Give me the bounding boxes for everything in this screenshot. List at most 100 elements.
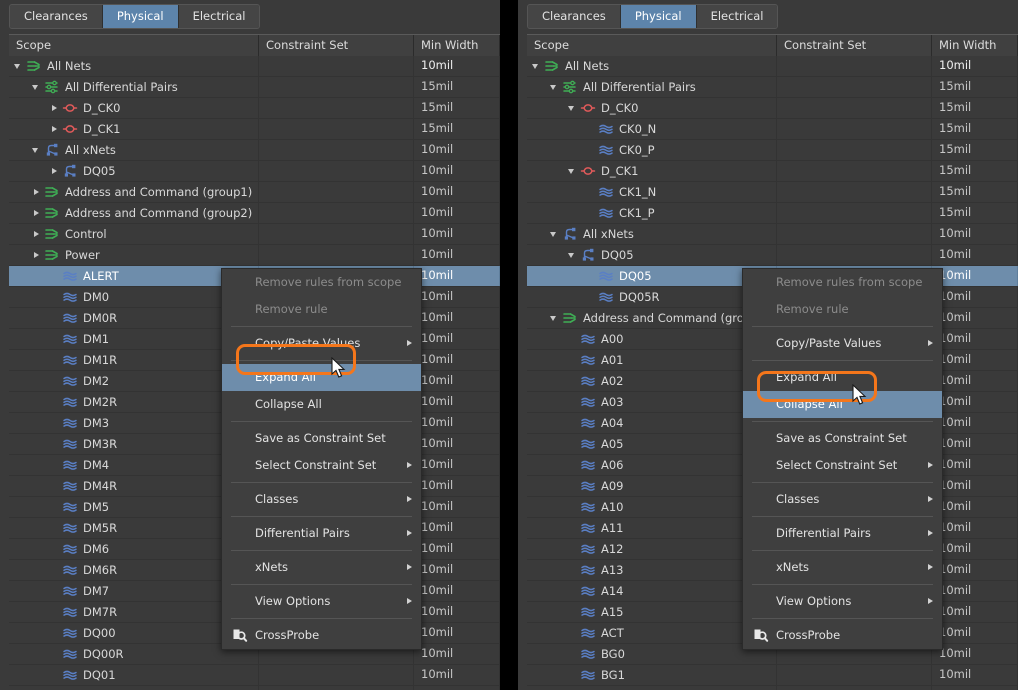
cell-scope[interactable]: BG1 — [527, 665, 777, 685]
cell-min-width[interactable]: 15mil — [414, 119, 500, 139]
table-row[interactable]: DQ01 10mil — [9, 665, 500, 686]
cell-scope[interactable]: A01 — [527, 350, 777, 370]
column-header-min-width[interactable]: Min Width — [932, 35, 1018, 56]
cell-min-width[interactable]: 10mil — [932, 434, 1018, 454]
cell-constraint-set[interactable] — [259, 665, 414, 685]
cell-min-width[interactable]: 15mil — [932, 182, 1018, 202]
table-row[interactable]: All Nets 10mil — [9, 56, 500, 77]
table-row[interactable]: CK0_P 15mil — [527, 140, 1018, 161]
cell-scope[interactable]: Power — [9, 245, 259, 265]
cell-min-width[interactable]: 10mil — [932, 581, 1018, 601]
column-header-scope[interactable]: Scope — [9, 35, 259, 56]
cell-scope[interactable]: Address and Command (group1) — [527, 308, 777, 328]
table-row[interactable]: Control 10mil — [9, 224, 500, 245]
menu-item-xnets[interactable]: xNets — [743, 554, 942, 581]
cell-min-width[interactable]: 10mil — [932, 224, 1018, 244]
cell-min-width[interactable]: 15mil — [932, 119, 1018, 139]
cell-scope[interactable]: A14 — [527, 581, 777, 601]
table-row[interactable]: PARITY 10mil — [527, 686, 1018, 690]
cell-constraint-set[interactable] — [777, 665, 932, 685]
tree-expander-down-icon[interactable] — [567, 245, 579, 265]
cell-min-width[interactable]: 10mil — [414, 392, 500, 412]
table-row[interactable]: All xNets 10mil — [527, 224, 1018, 245]
cell-scope[interactable]: DQ05 — [527, 245, 777, 265]
cell-constraint-set[interactable] — [777, 161, 932, 181]
menu-item-expand-all[interactable]: Expand All — [743, 364, 942, 391]
tree-expander-down-icon[interactable] — [531, 56, 543, 76]
tree-expander-right-icon[interactable] — [31, 182, 43, 202]
cell-min-width[interactable]: 10mil — [932, 308, 1018, 328]
cell-min-width[interactable]: 10mil — [414, 308, 500, 328]
cell-min-width[interactable]: 10mil — [414, 140, 500, 160]
cell-min-width[interactable]: 10mil — [932, 245, 1018, 265]
cell-min-width[interactable]: 10mil — [932, 665, 1018, 685]
cell-scope[interactable]: DQ05 — [527, 266, 777, 286]
table-row[interactable]: CK1_P 15mil — [527, 203, 1018, 224]
cell-min-width[interactable]: 10mil — [932, 539, 1018, 559]
cell-constraint-set[interactable] — [777, 56, 932, 76]
cell-scope[interactable]: A06 — [527, 455, 777, 475]
menu-item-differential-pairs[interactable]: Differential Pairs — [743, 520, 942, 547]
cell-min-width[interactable]: 10mil — [414, 371, 500, 391]
menu-item-differential-pairs[interactable]: Differential Pairs — [222, 520, 421, 547]
cell-min-width[interactable]: 10mil — [932, 266, 1018, 286]
cell-min-width[interactable]: 15mil — [932, 77, 1018, 97]
column-header-scope[interactable]: Scope — [527, 35, 777, 56]
cell-scope[interactable]: CK1_N — [527, 182, 777, 202]
tree-expander-right-icon[interactable] — [31, 224, 43, 244]
cell-min-width[interactable]: 10mil — [932, 287, 1018, 307]
tree-expander-right-icon[interactable] — [49, 98, 61, 118]
cell-scope[interactable]: Address and Command (group2) — [9, 203, 259, 223]
table-row[interactable]: D_CK0 15mil — [527, 98, 1018, 119]
cell-constraint-set[interactable] — [259, 77, 414, 97]
cell-constraint-set[interactable] — [259, 245, 414, 265]
cell-min-width[interactable]: 10mil — [932, 56, 1018, 76]
cell-constraint-set[interactable] — [259, 119, 414, 139]
menu-item-crossprobe[interactable]: CrossProbe — [222, 622, 421, 649]
cell-min-width[interactable]: 10mil — [932, 623, 1018, 643]
cell-scope[interactable]: All Nets — [9, 56, 259, 76]
cell-scope[interactable]: D_CK1 — [9, 119, 259, 139]
cell-constraint-set[interactable] — [777, 182, 932, 202]
cell-min-width[interactable]: 10mil — [414, 686, 500, 690]
cell-scope[interactable]: D_CK0 — [9, 98, 259, 118]
column-header-constraint-set[interactable]: Constraint Set — [777, 35, 932, 56]
cell-min-width[interactable]: 10mil — [414, 434, 500, 454]
table-row[interactable]: DQ05 10mil — [527, 245, 1018, 266]
cell-constraint-set[interactable] — [259, 203, 414, 223]
table-row[interactable]: All Differential Pairs 15mil — [527, 77, 1018, 98]
tab-electrical[interactable]: Electrical — [696, 5, 778, 28]
cell-min-width[interactable]: 15mil — [932, 98, 1018, 118]
tree-expander-down-icon[interactable] — [13, 56, 25, 76]
tree-expander-down-icon[interactable] — [31, 77, 43, 97]
cell-constraint-set[interactable] — [777, 140, 932, 160]
table-row[interactable]: All Nets 10mil — [527, 56, 1018, 77]
menu-item-collapse-all[interactable]: Collapse All — [743, 391, 942, 418]
cell-scope[interactable]: DQ05R — [527, 287, 777, 307]
menu-item-view-options[interactable]: View Options — [222, 588, 421, 615]
cell-min-width[interactable]: 10mil — [932, 371, 1018, 391]
cell-scope[interactable]: DQ01 — [9, 665, 259, 685]
menu-item-save-as-constraint-set[interactable]: Save as Constraint Set — [222, 425, 421, 452]
cell-min-width[interactable]: 10mil — [414, 665, 500, 685]
table-row[interactable]: DQ05 10mil — [9, 161, 500, 182]
column-header-constraint-set[interactable]: Constraint Set — [259, 35, 414, 56]
table-row[interactable]: All xNets 10mil — [9, 140, 500, 161]
cell-constraint-set[interactable] — [777, 686, 932, 690]
tab-physical[interactable]: Physical — [620, 5, 697, 28]
cell-scope[interactable]: A05 — [527, 434, 777, 454]
tree-expander-down-icon[interactable] — [567, 161, 579, 181]
menu-item-classes[interactable]: Classes — [222, 486, 421, 513]
cell-min-width[interactable]: 15mil — [414, 98, 500, 118]
cell-min-width[interactable]: 10mil — [932, 329, 1018, 349]
tree-expander-down-icon[interactable] — [549, 224, 561, 244]
cell-constraint-set[interactable] — [259, 98, 414, 118]
cell-scope[interactable]: Control — [9, 224, 259, 244]
tree-expander-right-icon[interactable] — [49, 119, 61, 139]
cell-min-width[interactable]: 10mil — [414, 623, 500, 643]
cell-min-width[interactable]: 10mil — [414, 560, 500, 580]
cell-min-width[interactable]: 15mil — [414, 77, 500, 97]
cell-min-width[interactable]: 15mil — [932, 161, 1018, 181]
tree-expander-right-icon[interactable] — [31, 203, 43, 223]
menu-item-expand-all[interactable]: Expand All — [222, 364, 421, 391]
